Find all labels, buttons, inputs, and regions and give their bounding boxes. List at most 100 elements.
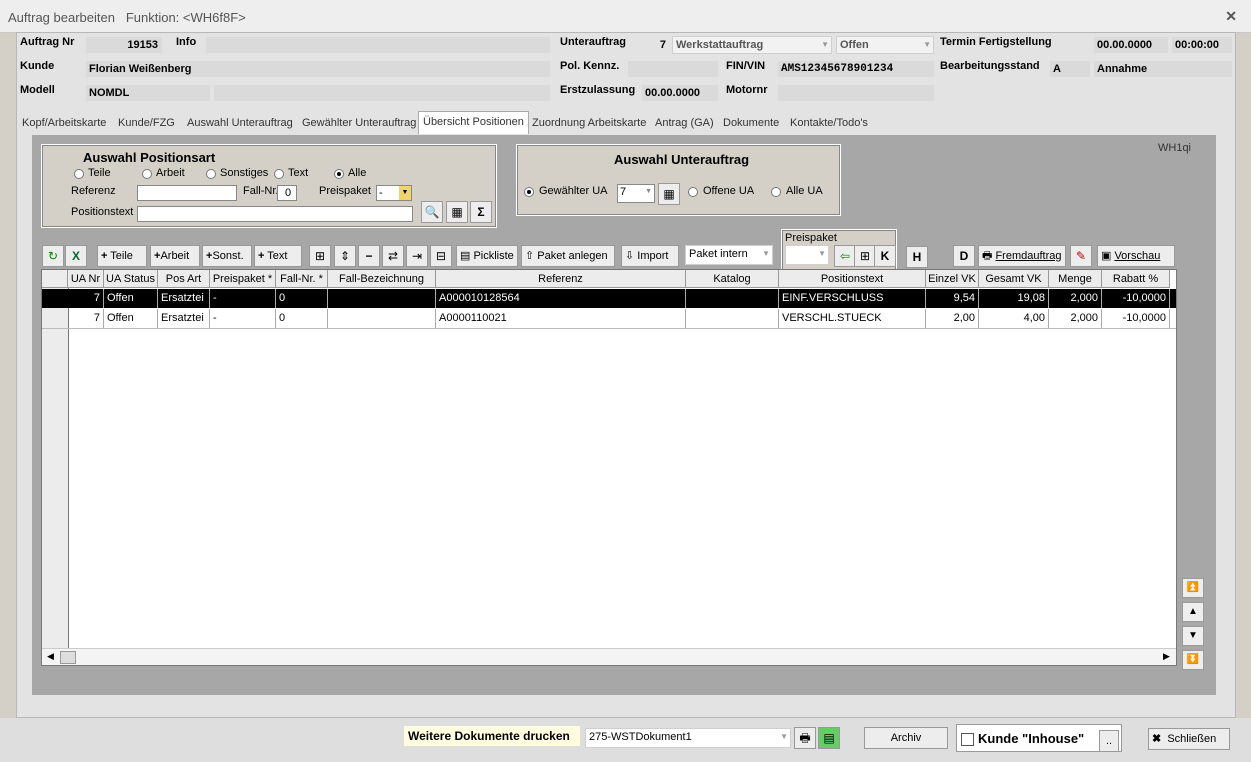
dokument-select[interactable]: 275-WSTDokument1 ▼	[585, 728, 791, 748]
fallnr-input[interactable]: 0	[277, 185, 297, 201]
wrench-icon[interactable]: ✎	[1070, 245, 1092, 267]
calendar-icon[interactable]: ▦	[658, 183, 680, 205]
group-icon[interactable]: ⊟	[430, 245, 452, 267]
radio-offene-ua[interactable]	[688, 187, 698, 197]
next-record-icon[interactable]: ▼	[1182, 626, 1204, 646]
add-arbeit-button[interactable]: +Arbeit	[150, 245, 200, 267]
col-fall-bezeichnung[interactable]: Fall-Bezeichnung	[328, 270, 436, 288]
col-rabatt[interactable]: Rabatt %	[1102, 270, 1170, 288]
add-sonst-button[interactable]: +Sonst.	[202, 245, 252, 267]
scrollbar-thumb[interactable]	[60, 651, 76, 664]
tab-gewaehlter-ua[interactable]: Gewählter Unterauftrag	[302, 113, 416, 133]
sort-updown-icon[interactable]: ⇕	[334, 245, 356, 267]
printer-icon[interactable]: 🖶	[794, 727, 816, 749]
preispaket-select[interactable]: - ▼	[376, 185, 412, 201]
col-positionstext[interactable]: Positionstext	[779, 270, 926, 288]
split2-icon[interactable]: ⊞	[854, 245, 876, 267]
col-fall-nr[interactable]: Fall-Nr. *	[276, 270, 328, 288]
vorschau-button[interactable]: ▣ Vorschau	[1097, 245, 1175, 267]
bearbeitungsstand-field: Annahme	[1094, 61, 1232, 77]
scroll-right-icon[interactable]: ▶	[1163, 651, 1170, 662]
last-record-icon[interactable]: ⏬	[1182, 650, 1204, 670]
motornr-field[interactable]	[778, 85, 934, 101]
paket-intern-select[interactable]: Paket intern ▼	[685, 245, 773, 265]
cell-ua-status: Offen	[104, 309, 158, 328]
col-einzel-vk[interactable]: Einzel VK	[926, 270, 979, 288]
minus-icon[interactable]: −	[358, 245, 380, 267]
radio-arbeit[interactable]	[142, 169, 152, 179]
referenz-label: Referenz	[71, 185, 116, 197]
radio-text[interactable]	[274, 169, 284, 179]
cell-rabatt: -10,0000	[1102, 289, 1170, 308]
tab-auswahl-ua[interactable]: Auswahl Unterauftrag	[187, 113, 293, 133]
d-button[interactable]: D	[953, 245, 975, 267]
search-clear-icon[interactable]: 🔍	[421, 201, 443, 223]
add-text-button[interactable]: + Text	[254, 245, 302, 267]
termin-date-field[interactable]: 00.00.0000	[1094, 37, 1168, 53]
move-icon[interactable]: ⇄	[382, 245, 404, 267]
archiv-button[interactable]: Archiv	[864, 727, 948, 749]
positionstext-input[interactable]	[137, 206, 413, 222]
print-green-icon[interactable]: ▤	[818, 727, 840, 749]
paket-anlegen-button[interactable]: ⇧ Paket anlegen	[521, 245, 615, 267]
sum-icon[interactable]: Σ	[470, 201, 492, 223]
first-record-icon[interactable]: ⏫	[1182, 578, 1204, 598]
tab-kunde[interactable]: Kunde/FZG	[118, 113, 175, 133]
ua-number-select[interactable]: 7 ▼	[617, 184, 655, 203]
arrow-left-icon[interactable]: ⇦	[834, 245, 856, 267]
h-button[interactable]: H	[906, 246, 928, 268]
table-row[interactable]: 7 Offen Ersatztei - 0 A0000110021 VERSCH…	[42, 309, 1176, 329]
scroll-left-icon[interactable]: ◀	[47, 651, 54, 662]
calculator-icon[interactable]: ▦	[446, 201, 468, 223]
unterauftrag-type-select[interactable]: Werkstattauftrag ▼	[672, 36, 832, 54]
k-button[interactable]: K	[874, 245, 896, 267]
col-ua-nr[interactable]: UA Nr	[68, 270, 104, 288]
tab-uebersicht-positionen[interactable]: Übersicht Positionen	[418, 111, 529, 134]
tab-dokumente[interactable]: Dokumente	[723, 113, 779, 133]
radio-alle[interactable]	[334, 169, 344, 179]
col-gesamt-vk[interactable]: Gesamt VK	[979, 270, 1049, 288]
pickliste-button[interactable]: ▤ Pickliste	[456, 245, 518, 267]
tab-kopf[interactable]: Kopf/Arbeitskarte	[22, 113, 106, 133]
table-row[interactable]: 7 Offen Ersatztei - 0 A000010128564 EINF…	[42, 289, 1176, 308]
insert-icon[interactable]: ⇥	[406, 245, 428, 267]
refresh-icon[interactable]: ↻	[42, 245, 64, 267]
col-referenz[interactable]: Referenz	[436, 270, 686, 288]
horizontal-scrollbar[interactable]: ◀ ▶	[42, 648, 1176, 665]
split-icon[interactable]: ⊞	[309, 245, 331, 267]
erstzulassung-field[interactable]: 00.00.0000	[642, 85, 718, 101]
schliessen-button[interactable]: ✖ Schließen	[1148, 728, 1230, 750]
col-katalog[interactable]: Katalog	[686, 270, 779, 288]
col-pos-art[interactable]: Pos Art	[158, 270, 210, 288]
close-icon[interactable]: ✕	[1225, 8, 1237, 25]
unterauftrag-status-select[interactable]: Offen ▼	[836, 36, 934, 54]
add-teile-button[interactable]: + Teile	[97, 245, 147, 267]
referenz-input[interactable]	[137, 185, 237, 201]
radio-teile-label: Teile	[88, 167, 111, 179]
radio-sonstiges[interactable]	[206, 169, 216, 179]
radio-gewaehlter-ua[interactable]	[524, 187, 534, 197]
tab-kontakte[interactable]: Kontakte/Todo's	[790, 113, 868, 133]
col-menge[interactable]: Menge	[1049, 270, 1102, 288]
excel-icon[interactable]: X	[65, 245, 87, 267]
preispaket-toolbar-label: Preispaket	[785, 232, 837, 244]
modell-field[interactable]: NOMDL	[86, 85, 210, 101]
cell-gesamt-vk: 4,00	[979, 309, 1049, 328]
pol-kennz-field[interactable]	[628, 61, 718, 77]
col-ua-status[interactable]: UA Status	[104, 270, 158, 288]
kunde-field[interactable]: Florian Weißenberg	[86, 61, 550, 77]
tab-antrag[interactable]: Antrag (GA)	[655, 113, 714, 133]
col-preispaket[interactable]: Preispaket *	[210, 270, 276, 288]
termin-time-field[interactable]: 00:00:00	[1172, 37, 1232, 53]
info-field[interactable]	[206, 37, 550, 53]
inhouse-more-button[interactable]: ..	[1099, 730, 1119, 752]
prev-record-icon[interactable]: ▲	[1182, 602, 1204, 622]
inhouse-checkbox[interactable]	[961, 733, 974, 746]
import-button[interactable]: ⇩ Import	[621, 245, 679, 267]
tab-zuordnung[interactable]: Zuordnung Arbeitskarte	[532, 113, 646, 133]
fin-field[interactable]: AMS12345678901234	[778, 61, 934, 77]
fremdauftrag-button[interactable]: 🖶 Fremdauftrag	[978, 245, 1066, 267]
radio-alle-ua[interactable]	[771, 187, 781, 197]
radio-teile[interactable]	[74, 169, 84, 179]
preispaket-toolbar-select[interactable]: ▼	[785, 245, 829, 265]
